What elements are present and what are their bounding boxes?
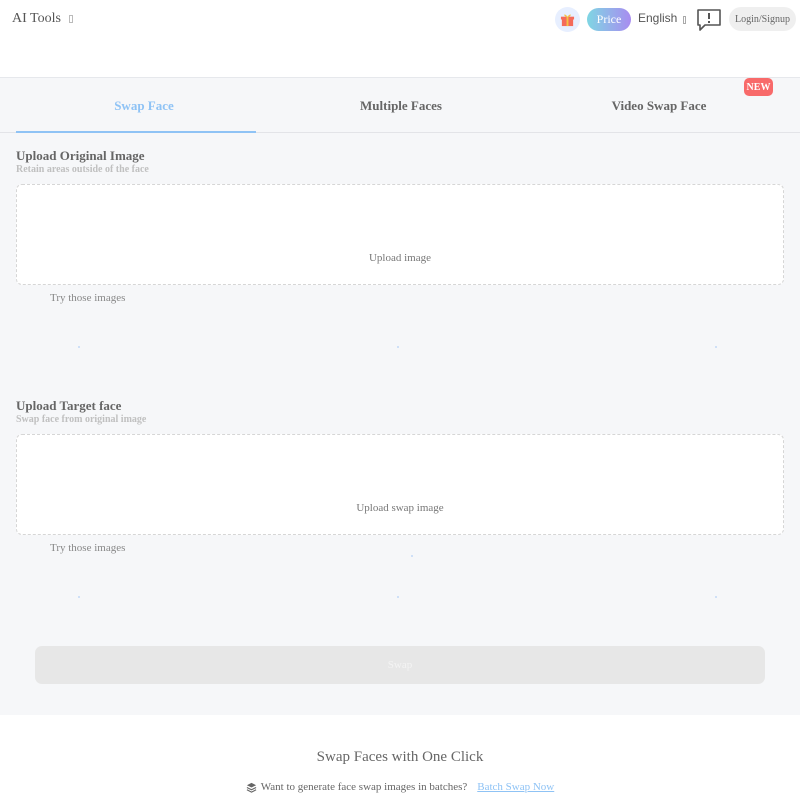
ai-tools-menu[interactable]: AI Tools	[12, 11, 73, 27]
swap-button[interactable]: Swap	[35, 646, 765, 684]
sample-image[interactable]	[397, 596, 399, 598]
active-tab-indicator	[16, 131, 256, 133]
original-image-subtitle: Retain areas outside of the face	[16, 164, 149, 175]
chevron-down-icon	[683, 15, 687, 24]
tab-bar: Swap Face Multiple Faces Video Swap Face…	[0, 78, 800, 133]
sample-image[interactable]	[715, 596, 717, 598]
language-label: English	[638, 11, 678, 25]
gift-button[interactable]	[555, 7, 580, 32]
sample-image[interactable]	[78, 346, 80, 348]
feedback-button[interactable]	[696, 8, 722, 32]
brand-label: AI Tools	[12, 11, 61, 26]
tab-video-swap-face[interactable]: Video Swap Face	[539, 78, 779, 133]
upload-swap-image-label: Upload swap image	[356, 502, 444, 514]
original-image-title: Upload Original Image	[16, 148, 145, 163]
layers-icon	[246, 782, 257, 793]
original-image-dropzone[interactable]: Upload image	[16, 184, 784, 285]
target-face-subtitle: Swap face from original image	[16, 414, 147, 425]
gift-icon	[560, 14, 575, 27]
sample-image[interactable]	[78, 596, 80, 598]
batch-swap-link[interactable]: Batch Swap Now	[477, 781, 554, 793]
top-nav-bar: AI Tools Price English Login/Signup	[0, 0, 800, 78]
sample-image[interactable]	[411, 555, 413, 557]
sample-image[interactable]	[715, 346, 717, 348]
try-images-label: Try those images	[50, 292, 126, 304]
target-face-title: Upload Target face	[16, 398, 122, 413]
batch-promo-text: Want to generate face swap images in bat…	[260, 781, 468, 793]
face-swap-panel: Swap Face Multiple Faces Video Swap Face…	[0, 78, 800, 715]
batch-promo: Want to generate face swap images in bat…	[0, 781, 800, 793]
language-selector[interactable]: English	[638, 11, 687, 25]
new-badge: NEW	[744, 78, 773, 96]
tab-swap-face[interactable]: Swap Face	[24, 78, 264, 133]
upload-image-label: Upload image	[368, 252, 431, 264]
feedback-icon	[697, 9, 721, 31]
price-button[interactable]: Price	[587, 8, 631, 31]
promo-heading: Swap Faces with One Click	[316, 749, 484, 765]
login-signup-button[interactable]: Login/Signup	[729, 7, 796, 31]
sample-image[interactable]	[397, 346, 399, 348]
try-images-label: Try those images	[50, 542, 126, 554]
tab-multiple-faces[interactable]: Multiple Faces	[281, 78, 521, 133]
chevron-down-icon	[68, 15, 73, 23]
target-face-dropzone[interactable]: Upload swap image	[16, 434, 784, 535]
